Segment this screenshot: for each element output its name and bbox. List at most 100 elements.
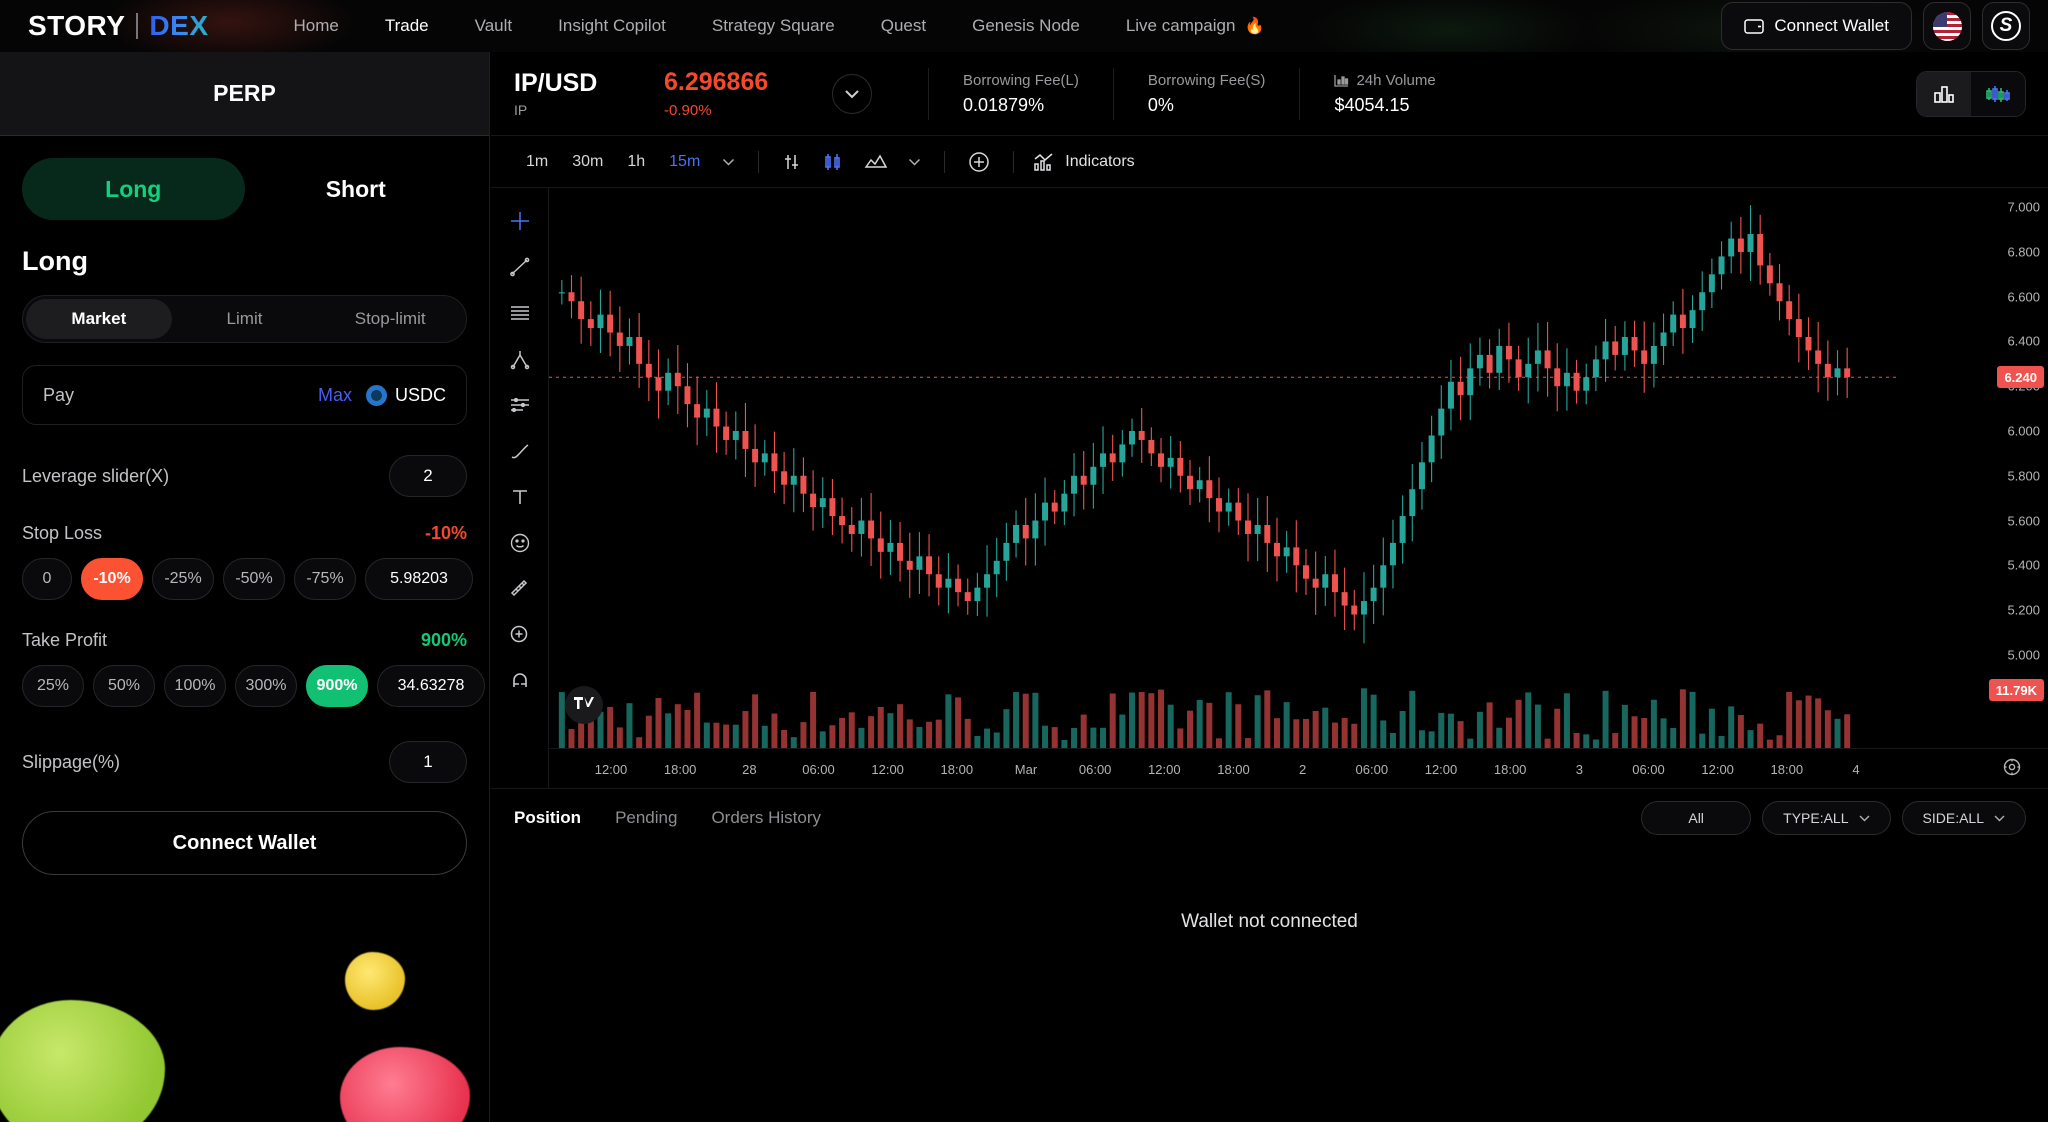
pay-max-button[interactable]: Max bbox=[318, 385, 352, 406]
nav-item-home[interactable]: Home bbox=[271, 0, 362, 52]
tp-chip-25[interactable]: 25% bbox=[22, 665, 84, 707]
take-profit-price-input[interactable]: 34.63278 bbox=[377, 665, 485, 707]
locale-button[interactable] bbox=[1923, 2, 1971, 50]
nav-item-trade[interactable]: Trade bbox=[362, 0, 452, 52]
connect-wallet-button[interactable]: Connect Wallet bbox=[1721, 2, 1912, 50]
stat-borrowing-fee-long: Borrowing Fee(L) 0.01879% bbox=[928, 68, 1113, 120]
stop-loss-chips: 0 -10% -25% -50% -75% 5.98203 bbox=[22, 558, 467, 600]
text-icon bbox=[509, 486, 531, 508]
add-chart-button[interactable] bbox=[958, 151, 1000, 173]
trend-line-tool[interactable] bbox=[498, 246, 542, 288]
ticker-price-block: 6.296866 -0.90% bbox=[664, 68, 824, 119]
depth-chart-button[interactable] bbox=[1917, 72, 1971, 116]
tab-pending[interactable]: Pending bbox=[615, 808, 677, 828]
candlestick-canvas bbox=[549, 188, 1974, 748]
stat-value: $4054.15 bbox=[1334, 95, 1435, 116]
top-navigation: STORY DEX Home Trade Vault Insight Copil… bbox=[0, 0, 2048, 52]
indicators-button[interactable]: Indicators bbox=[1033, 152, 1134, 172]
compare-symbol-button[interactable] bbox=[772, 152, 812, 172]
pay-token-label: USDC bbox=[395, 385, 446, 406]
order-type-limit[interactable]: Limit bbox=[172, 299, 318, 339]
price-tick: 5.000 bbox=[2007, 647, 2040, 662]
tp-chip-300[interactable]: 300% bbox=[235, 665, 297, 707]
chart-settings-button[interactable] bbox=[2002, 757, 2022, 777]
filter-type-select[interactable]: TYPE:ALL bbox=[1762, 801, 1890, 835]
tp-chip-100[interactable]: 100% bbox=[164, 665, 226, 707]
magnet-tool[interactable] bbox=[498, 660, 542, 702]
nav-right-actions: Connect Wallet S bbox=[1721, 2, 2030, 50]
chart-style-dropdown[interactable] bbox=[898, 158, 931, 166]
volume-tag: 11.79K bbox=[1989, 679, 2044, 701]
sl-chip-0[interactable]: 0 bbox=[22, 558, 72, 600]
measure-tool[interactable] bbox=[498, 568, 542, 610]
stop-loss-price-input[interactable]: 5.98203 bbox=[365, 558, 473, 600]
time-tick: 12:00 bbox=[1701, 762, 1734, 777]
tp-chip-900[interactable]: 900% bbox=[306, 665, 368, 707]
time-tick: 06:00 bbox=[1356, 762, 1389, 777]
filter-side-select[interactable]: SIDE:ALL bbox=[1902, 801, 2026, 835]
chart-area: IP/USD IP 6.296866 -0.90% Borrowing Fee(… bbox=[491, 52, 2048, 1122]
tradingview-logo[interactable] bbox=[565, 686, 603, 724]
pay-token-selector[interactable]: USDC bbox=[366, 385, 446, 406]
order-type-market[interactable]: Market bbox=[26, 299, 172, 339]
take-profit-header: Take Profit 900% bbox=[22, 630, 467, 651]
leverage-input[interactable]: 2 bbox=[389, 455, 467, 497]
pitchfork-icon bbox=[509, 348, 531, 370]
order-type-stop-limit[interactable]: Stop-limit bbox=[317, 299, 463, 339]
brand-mark-button[interactable]: S bbox=[1982, 2, 2030, 50]
emoji-tool[interactable] bbox=[498, 522, 542, 564]
price-tick: 6.800 bbox=[2007, 244, 2040, 259]
nav-item-genesis-node[interactable]: Genesis Node bbox=[949, 0, 1103, 52]
nav-label: Genesis Node bbox=[972, 16, 1080, 36]
zoom-tool[interactable] bbox=[498, 614, 542, 656]
pitchfork-tool[interactable] bbox=[498, 338, 542, 380]
tab-orders-history[interactable]: Orders History bbox=[711, 808, 821, 828]
long-tab[interactable]: Long bbox=[22, 158, 245, 220]
candle-style-button[interactable] bbox=[812, 152, 854, 172]
filter-all-button[interactable]: All bbox=[1641, 801, 1751, 835]
nav-item-insight-copilot[interactable]: Insight Copilot bbox=[535, 0, 689, 52]
price-tick: 5.600 bbox=[2007, 513, 2040, 528]
app-logo[interactable]: STORY DEX bbox=[28, 10, 209, 42]
price-plot[interactable]: 7.0006.8006.6006.4006.2006.0005.8005.600… bbox=[549, 188, 2048, 788]
time-tick: 12:00 bbox=[595, 762, 628, 777]
sl-chip-75[interactable]: -75% bbox=[294, 558, 356, 600]
timeframe-1m[interactable]: 1m bbox=[514, 153, 560, 171]
pay-label: Pay bbox=[43, 385, 74, 406]
tp-chip-50[interactable]: 50% bbox=[93, 665, 155, 707]
time-tick: 18:00 bbox=[1494, 762, 1527, 777]
take-profit-label: Take Profit bbox=[22, 630, 107, 651]
tab-position[interactable]: Position bbox=[514, 808, 581, 828]
time-tick: 06:00 bbox=[1632, 762, 1665, 777]
sl-chip-10[interactable]: -10% bbox=[81, 558, 143, 600]
text-tool[interactable] bbox=[498, 476, 542, 518]
sl-chip-50[interactable]: -50% bbox=[223, 558, 285, 600]
slippage-input[interactable]: 1 bbox=[389, 741, 467, 783]
short-tab[interactable]: Short bbox=[245, 158, 468, 220]
gann-tool[interactable] bbox=[498, 384, 542, 426]
brush-tool[interactable] bbox=[498, 430, 542, 472]
timeframe-15m[interactable]: 15m bbox=[657, 153, 712, 171]
horizontal-lines-tool[interactable] bbox=[498, 292, 542, 334]
crosshair-tool[interactable] bbox=[498, 200, 542, 242]
pair-dropdown-button[interactable] bbox=[832, 74, 872, 114]
price-axis[interactable]: 7.0006.8006.6006.4006.2006.0005.8005.600… bbox=[1974, 188, 2048, 788]
stat-borrowing-fee-short: Borrowing Fee(S) 0% bbox=[1113, 68, 1300, 120]
stop-loss-label: Stop Loss bbox=[22, 523, 102, 544]
timeframe-30m[interactable]: 30m bbox=[560, 153, 615, 171]
candles-chart-button[interactable] bbox=[1971, 72, 2025, 116]
time-axis[interactable]: 12:0018:002806:0012:0018:00Mar06:0012:00… bbox=[549, 748, 2048, 788]
price-tick: 6.400 bbox=[2007, 334, 2040, 349]
chart-style-button[interactable] bbox=[854, 152, 898, 172]
last-price: 6.296866 bbox=[664, 68, 824, 97]
nav-item-quest[interactable]: Quest bbox=[858, 0, 949, 52]
timeframe-1h[interactable]: 1h bbox=[615, 153, 657, 171]
green-coral-decoration bbox=[0, 1000, 165, 1122]
ticker-pair[interactable]: IP/USD IP bbox=[514, 69, 664, 118]
panel-connect-wallet-button[interactable]: Connect Wallet bbox=[22, 811, 467, 875]
timeframe-dropdown-button[interactable] bbox=[712, 158, 745, 166]
nav-item-live-campaign[interactable]: Live campaign 🔥 bbox=[1103, 0, 1288, 52]
nav-item-strategy-square[interactable]: Strategy Square bbox=[689, 0, 858, 52]
sl-chip-25[interactable]: -25% bbox=[152, 558, 214, 600]
nav-item-vault[interactable]: Vault bbox=[452, 0, 536, 52]
